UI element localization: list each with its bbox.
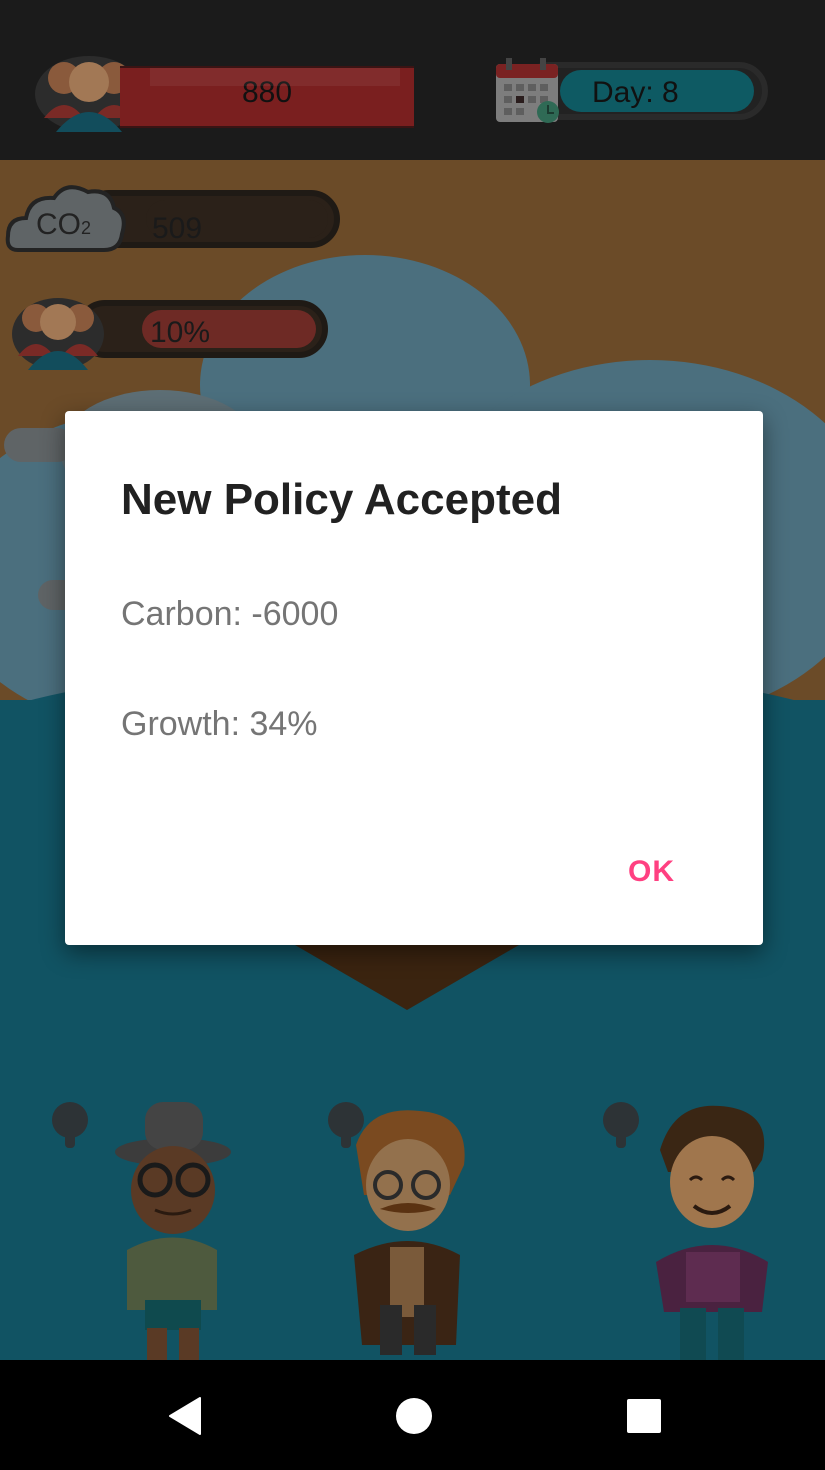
recents-square-icon[interactable] [624, 1396, 664, 1436]
growth-change-text: Growth: 34% [121, 705, 318, 743]
ok-button[interactable]: OK [628, 855, 675, 889]
dialog-title: New Policy Accepted [121, 475, 562, 524]
carbon-change-text: Carbon: -6000 [121, 595, 339, 633]
policy-dialog: New Policy Accepted Carbon: -6000 Growth… [65, 411, 763, 945]
back-triangle-icon[interactable] [166, 1396, 206, 1436]
home-circle-icon[interactable] [394, 1396, 434, 1436]
android-nav-bar [0, 1360, 825, 1470]
